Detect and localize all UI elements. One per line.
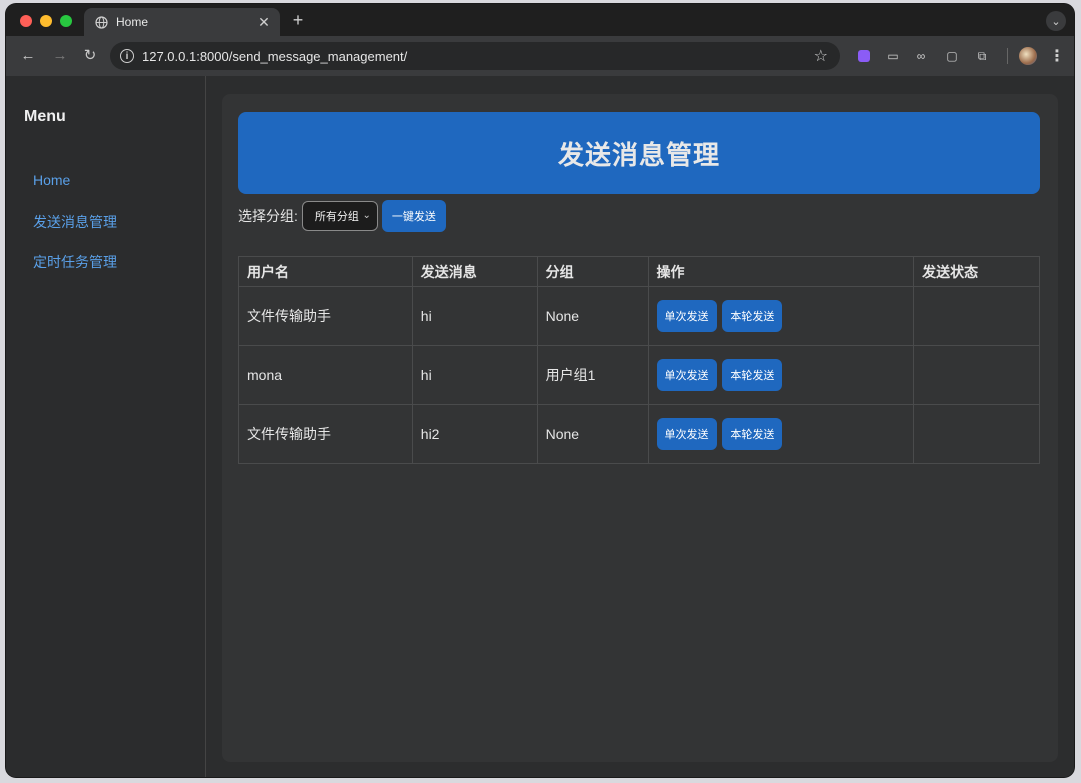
new-tab-button[interactable]: + <box>288 10 308 31</box>
sidebar-item-scheduled-task-management[interactable]: 定时任务管理 <box>33 252 117 272</box>
site-info-icon[interactable]: i <box>120 49 134 63</box>
chevron-down-icon: ⌄ <box>362 210 371 221</box>
bookmark-star-icon[interactable]: ☆ <box>814 46 828 66</box>
reload-icon[interactable]: ↻ <box>80 46 100 66</box>
cell-username: 文件传输助手 <box>238 404 413 464</box>
single-send-button[interactable]: 单次发送 <box>656 418 717 450</box>
back-icon[interactable]: ← <box>18 46 38 66</box>
round-send-button[interactable]: 本轮发送 <box>722 300 783 332</box>
cell-actions: 单次发送 本轮发送 <box>647 404 915 464</box>
extension-glasses-icon[interactable]: ∞ <box>913 48 929 64</box>
profile-avatar[interactable] <box>1019 47 1037 65</box>
header-status: 发送状态 <box>913 256 1040 287</box>
tab-close-icon[interactable]: ✕ <box>254 14 274 31</box>
browser-toolbar: ← → ↻ i 127.0.0.1:8000/send_message_mana… <box>6 36 1074 77</box>
cell-status <box>913 286 1040 346</box>
group-select[interactable]: 所有分组 ⌄ <box>301 201 378 231</box>
tab-search-button[interactable]: ⌄ <box>1046 11 1066 31</box>
cell-group: 用户组1 <box>536 345 649 405</box>
close-window-button[interactable] <box>20 15 32 27</box>
send-all-button[interactable]: 一键发送 <box>381 200 446 232</box>
cell-status <box>913 404 1040 464</box>
cell-group: None <box>536 286 649 346</box>
maximize-window-button[interactable] <box>60 15 72 27</box>
browser-tab[interactable]: Home ✕ <box>84 8 280 36</box>
group-filter-label: 选择分组: <box>238 208 298 224</box>
cell-group: None <box>536 404 649 464</box>
table-row: mona hi 用户组1 单次发送 本轮发送 <box>238 345 1040 405</box>
url-text[interactable]: 127.0.0.1:8000/send_message_management/ <box>142 49 814 64</box>
cell-message: hi2 <box>411 404 538 464</box>
cell-message: hi <box>411 286 538 346</box>
cell-username: mona <box>238 345 413 405</box>
browser-window: Home ✕ + ⌄ ← → ↻ i 127.0.0.1:8000/send_m… <box>6 4 1074 777</box>
sidebar-item-send-message-management[interactable]: 发送消息管理 <box>33 212 117 232</box>
group-filter: 选择分组: 所有分组 ⌄ 一键发送 <box>238 200 446 232</box>
minimize-window-button[interactable] <box>40 15 52 27</box>
main-panel: 发送消息管理 选择分组: 所有分组 ⌄ 一键发送 用户名 发送消息 分组 操作 … <box>222 94 1058 762</box>
page-title: 发送消息管理 <box>238 112 1040 194</box>
forward-icon[interactable]: → <box>50 46 70 66</box>
extension-tv-icon[interactable]: ▭ <box>885 48 901 64</box>
header-group: 分组 <box>536 256 649 287</box>
sidebar-item-home[interactable]: Home <box>33 172 70 188</box>
table-row: 文件传输助手 hi None 单次发送 本轮发送 <box>238 286 1040 346</box>
header-actions: 操作 <box>647 256 915 287</box>
round-send-button[interactable]: 本轮发送 <box>722 359 783 391</box>
cell-actions: 单次发送 本轮发送 <box>647 345 915 405</box>
cell-status <box>913 345 1040 405</box>
message-table: 用户名 发送消息 分组 操作 发送状态 文件传输助手 hi None 单次发送 <box>238 256 1040 464</box>
more-menu-icon[interactable]: ⋮ <box>1049 46 1065 66</box>
title-bar: Home ✕ + ⌄ <box>6 4 1074 36</box>
tab-title: Home <box>116 15 149 29</box>
cell-username: 文件传输助手 <box>238 286 413 346</box>
header-message: 发送消息 <box>411 256 538 287</box>
table-header-row: 用户名 发送消息 分组 操作 发送状态 <box>238 256 1040 287</box>
single-send-button[interactable]: 单次发送 <box>656 359 717 391</box>
page-content: Menu Home 发送消息管理 定时任务管理 发送消息管理 选择分组: 所有分… <box>6 76 1074 777</box>
sidebar: Menu Home 发送消息管理 定时任务管理 <box>6 76 206 777</box>
toolbar-divider <box>1007 48 1008 64</box>
extensions-puzzle-icon[interactable]: ⧉ <box>974 48 990 64</box>
address-bar[interactable]: i 127.0.0.1:8000/send_message_management… <box>110 42 840 70</box>
round-send-button[interactable]: 本轮发送 <box>722 418 783 450</box>
globe-icon <box>94 15 108 29</box>
cell-message: hi <box>411 345 538 405</box>
table-row: 文件传输助手 hi2 None 单次发送 本轮发送 <box>238 404 1040 464</box>
single-send-button[interactable]: 单次发送 <box>656 300 717 332</box>
header-username: 用户名 <box>238 256 413 287</box>
group-select-value: 所有分组 <box>314 211 359 223</box>
menu-title: Menu <box>24 108 66 125</box>
cell-actions: 单次发送 本轮发送 <box>647 286 915 346</box>
extension-box-icon[interactable]: ▢ <box>944 48 960 64</box>
extension-purple-icon[interactable] <box>856 48 872 64</box>
